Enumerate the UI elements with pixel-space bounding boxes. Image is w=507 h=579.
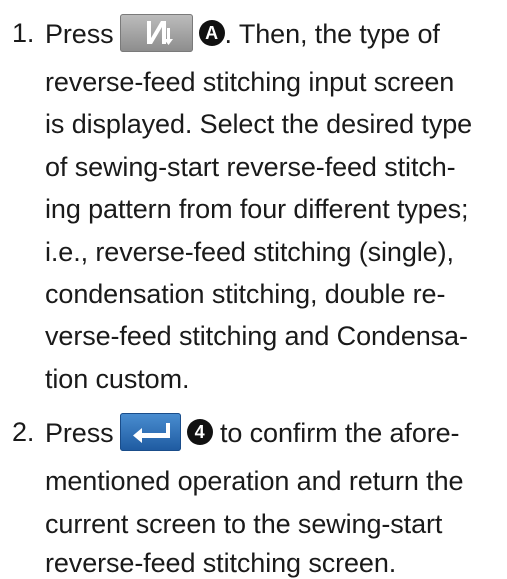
step-1-line-1: reverse-feed stitching input screen — [45, 67, 455, 97]
step-2-number: 2. — [12, 417, 35, 447]
step-2-line-1: mentioned operation and return the — [45, 466, 464, 496]
enter-key-icon — [119, 413, 181, 451]
step-1-line-2: is displayed. Select the desired type — [45, 109, 473, 139]
step-1-line-4: ing pattern from four different types; — [45, 194, 469, 224]
step-1-number: 1. — [12, 18, 35, 48]
step-2-line-3: reverse-feed stitching screen. — [45, 548, 397, 578]
marker-4-icon: 4 — [186, 419, 213, 445]
marker-a-icon: A — [198, 20, 225, 46]
step-2-press-label: Press — [45, 418, 114, 449]
step-2-line-2: current screen to the sewing-start — [45, 509, 443, 539]
step-1-line-6: condensation stitching, double re- — [45, 279, 446, 309]
instruction-page: 1. Press A. Then, the type of reverse-fe… — [0, 0, 507, 578]
step-2-text-0: to confirm the afore- — [219, 418, 460, 449]
step-1-text-0: . Then, the type of — [224, 19, 440, 50]
step-1-line-8: tion custom. — [45, 364, 190, 394]
reverse-feed-type-key-icon — [119, 14, 193, 52]
step-1-line-7: verse-feed stitching and Condensa- — [45, 321, 468, 351]
step-1-press-label: Press — [45, 19, 114, 50]
step-1-line-5: i.e., reverse-feed stitching (single), — [45, 237, 454, 267]
step-1-first-line: Press A. Then, the type of — [45, 14, 440, 55]
step-2-first-line: Press 4 to confirm the afore- — [45, 413, 460, 454]
step-1-line-3: of sewing-start reverse-feed stitch- — [45, 152, 456, 182]
